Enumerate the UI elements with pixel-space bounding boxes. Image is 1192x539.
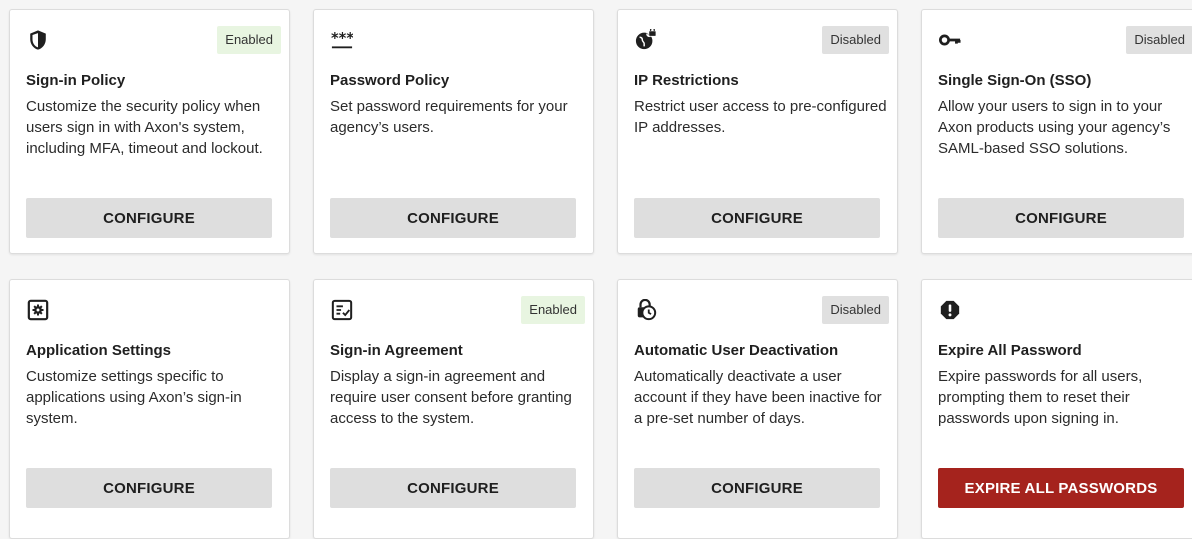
card-title: Single Sign-On (SSO) bbox=[938, 72, 1092, 89]
shield-icon bbox=[26, 28, 50, 52]
configure-button[interactable]: CONFIGURE bbox=[634, 198, 880, 238]
configure-button[interactable]: CONFIGURE bbox=[26, 468, 272, 508]
svg-text:***: *** bbox=[331, 30, 353, 47]
configure-button[interactable]: CONFIGURE bbox=[634, 468, 880, 508]
card-description: Automatically deactivate a user account … bbox=[634, 368, 882, 427]
status-badge: Disabled bbox=[822, 26, 889, 54]
card-description: Display a sign-in agreement and require … bbox=[330, 368, 572, 427]
status-badge: Enabled bbox=[521, 296, 585, 324]
card-title: IP Restrictions bbox=[634, 72, 739, 89]
status-badge: Disabled bbox=[822, 296, 889, 324]
card-title: Automatic User Deactivation bbox=[634, 342, 839, 359]
card-description: Customize the security policy when users… bbox=[26, 98, 263, 157]
card-description: Set password requirements for your agenc… bbox=[330, 98, 568, 136]
configure-button[interactable]: CONFIGURE bbox=[330, 468, 576, 508]
key-icon bbox=[938, 28, 962, 52]
alert-octagon-icon bbox=[938, 298, 962, 322]
card-title: Expire All Password bbox=[938, 342, 1082, 359]
card-description: Customize settings specific to applicati… bbox=[26, 368, 242, 427]
security-settings-grid: Enabled Sign-in Policy Customize the sec… bbox=[0, 0, 1192, 539]
globe-lock-icon bbox=[634, 28, 658, 52]
configure-button[interactable]: CONFIGURE bbox=[938, 198, 1184, 238]
card-title: Password Policy bbox=[330, 72, 450, 89]
settings-box-icon bbox=[26, 298, 50, 322]
configure-button[interactable]: CONFIGURE bbox=[330, 198, 576, 238]
card-automatic-user-deactivation: Disabled Automatic User Deactivation Aut… bbox=[617, 279, 898, 539]
configure-button[interactable]: CONFIGURE bbox=[26, 198, 272, 238]
lock-clock-icon bbox=[634, 298, 658, 322]
card-sign-in-policy: Enabled Sign-in Policy Customize the sec… bbox=[9, 9, 290, 254]
card-description: Restrict user access to pre-configured I… bbox=[634, 98, 887, 136]
card-application-settings: Application Settings Customize settings … bbox=[9, 279, 290, 539]
card-title: Sign-in Agreement bbox=[330, 342, 463, 359]
card-ip-restrictions: Disabled IP Restrictions Restrict user a… bbox=[617, 9, 898, 254]
card-title: Sign-in Policy bbox=[26, 72, 126, 89]
card-password-policy: *** Password Policy Set password require… bbox=[313, 9, 594, 254]
checklist-icon bbox=[330, 298, 354, 322]
card-description: Expire passwords for all users, promptin… bbox=[938, 368, 1143, 427]
card-title: Application Settings bbox=[26, 342, 172, 359]
card-description: Allow your users to sign in to your Axon… bbox=[938, 98, 1171, 157]
status-badge: Disabled bbox=[1126, 26, 1192, 54]
status-badge: Enabled bbox=[217, 26, 281, 54]
password-asterisks-icon: *** bbox=[330, 28, 354, 52]
card-single-sign-on: Disabled Single Sign-On (SSO) Allow your… bbox=[921, 9, 1192, 254]
card-sign-in-agreement: Enabled Sign-in Agreement Display a sign… bbox=[313, 279, 594, 539]
expire-all-passwords-button[interactable]: EXPIRE ALL PASSWORDS bbox=[938, 468, 1184, 508]
card-expire-all-password: Expire All Password Expire passwords for… bbox=[921, 279, 1192, 539]
